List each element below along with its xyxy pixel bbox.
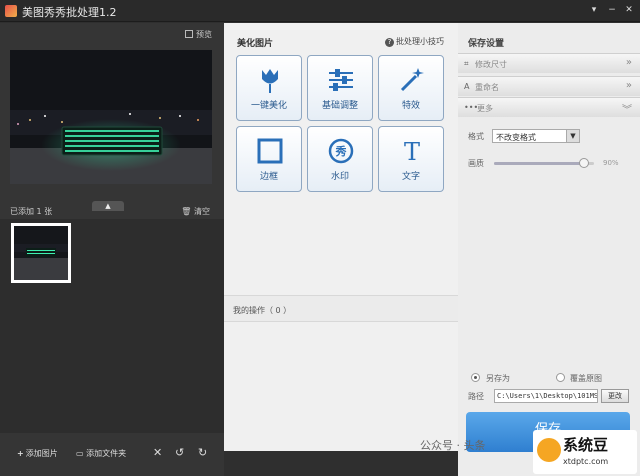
basic-adjust-button[interactable]: 基础调整 (307, 55, 373, 121)
added-count: 已添加 1 张 (10, 207, 53, 216)
rename-section[interactable]: A 重命名 » (458, 76, 640, 96)
resize-section[interactable]: ⌗ 修改尺寸 » (458, 53, 640, 73)
frame-button[interactable]: 边框 (236, 126, 302, 192)
expand-icon: » (625, 80, 632, 91)
effect-label: 特效 (401, 101, 420, 111)
format-label: 格式 (468, 132, 484, 141)
app-logo-icon (5, 5, 17, 17)
beautify-panel: 美化图片 ? 批处理小技巧 一键美化 基础调整 特效 边框 秀 水印 T 文字 … (224, 23, 458, 451)
more-section[interactable]: ••• 更多 ︾ (458, 97, 640, 117)
quality-value: 90% (603, 159, 619, 167)
image-list-panel: 预览 ▲ 已添加 1 张 🗑 清空 + 添加图片 ▭ 添加文件夹 ✕ ↺ ↻ (0, 23, 224, 476)
format-value: 不改变格式 (496, 133, 536, 142)
watermark-text: 公众号 · 头条 (420, 439, 486, 452)
rotate-left-icon[interactable]: ↺ (175, 446, 184, 459)
help-icon: ? (385, 38, 394, 47)
delete-icon[interactable]: ✕ (153, 446, 162, 459)
magic-wand-icon (400, 68, 424, 92)
minimize-icon[interactable]: − (606, 4, 618, 16)
preview-icon (185, 30, 193, 38)
path-label: 路径 (468, 392, 484, 401)
save-as-radio[interactable] (471, 373, 480, 382)
effect-label: 基础调整 (321, 101, 358, 111)
save-as-label: 另存为 (486, 374, 510, 383)
change-path-button[interactable]: 更改 (601, 389, 629, 403)
clear-button[interactable]: 🗑 清空 (181, 206, 210, 217)
more-label: 更多 (477, 104, 493, 113)
thumbnail-photo (14, 226, 68, 280)
tulip-icon (262, 69, 278, 93)
tips-label: 批处理小技巧 (396, 37, 444, 46)
collapse-preview-button[interactable]: ▲ (92, 201, 124, 211)
window-title: 美图秀秀批处理1.2 (22, 6, 117, 19)
rename-icon: A (464, 82, 470, 91)
add-image-label: 添加图片 (25, 449, 58, 458)
save-settings-panel: 保存设置 ⌗ 修改尺寸 » A 重命名 » ••• 更多 ︾ 格式 不改变格式 … (458, 23, 640, 476)
site-logo-icon (537, 438, 561, 462)
my-operations-label: 我的操作（ 0 ） (233, 306, 292, 315)
format-select[interactable]: 不改变格式 ▼ (492, 129, 580, 143)
collapse-icon: ︾ (622, 105, 632, 116)
effect-label: 边框 (259, 172, 278, 182)
preview-label: 预览 (196, 30, 212, 39)
effect-label: 水印 (330, 172, 349, 182)
thumbnail-list (0, 219, 224, 433)
quality-slider[interactable] (494, 158, 594, 168)
add-folder-button[interactable]: ▭ 添加文件夹 (76, 448, 126, 459)
add-folder-label: 添加文件夹 (86, 449, 127, 458)
svg-text:秀: 秀 (335, 144, 347, 158)
rotate-right-icon[interactable]: ↻ (198, 446, 207, 459)
watermark-icon: 秀 (328, 138, 354, 164)
folder-icon: ▭ (76, 449, 87, 458)
chevron-down-icon: ▼ (566, 130, 579, 142)
save-settings-title: 保存设置 (468, 39, 505, 49)
site-watermark-badge: 系统豆 xtdptc.com (533, 430, 637, 474)
title-bar: 美图秀秀批处理1.2 ▾ − ✕ (0, 0, 640, 22)
watermark-button[interactable]: 秀 水印 (307, 126, 373, 192)
site-url: xtdptc.com (563, 457, 609, 466)
crop-icon: ⌗ (464, 59, 469, 68)
effect-label: 一键美化 (250, 101, 287, 111)
quality-label: 画质 (468, 159, 484, 168)
effects-button[interactable]: 特效 (378, 55, 444, 121)
keyboard-photo (10, 50, 212, 184)
tips-link[interactable]: ? 批处理小技巧 (385, 36, 444, 47)
resize-label: 修改尺寸 (475, 60, 507, 69)
text-icon: T (404, 138, 420, 165)
rename-label: 重命名 (475, 83, 499, 92)
overwrite-label: 覆盖原图 (570, 374, 602, 383)
image-thumbnail[interactable] (11, 223, 71, 283)
plus-icon: + (17, 449, 24, 458)
overwrite-radio[interactable] (556, 373, 565, 382)
close-icon[interactable]: ✕ (623, 4, 635, 16)
menu-icon[interactable]: ▾ (588, 4, 600, 16)
sliders-icon (329, 69, 353, 91)
quality-slider-fill (494, 162, 584, 165)
preview-toggle[interactable]: 预览 (185, 29, 212, 40)
expand-icon: » (625, 57, 632, 68)
effect-label: 文字 (401, 172, 420, 182)
frame-icon (257, 138, 283, 164)
text-button[interactable]: T 文字 (378, 126, 444, 192)
clear-label: 清空 (194, 207, 210, 216)
quality-slider-knob[interactable] (579, 158, 589, 168)
image-preview (10, 50, 212, 184)
my-operations-bar: 我的操作（ 0 ） (224, 295, 458, 322)
trash-icon: 🗑 (181, 207, 192, 216)
site-name: 系统豆 (563, 436, 609, 454)
add-image-button[interactable]: + 添加图片 (17, 448, 58, 459)
svg-text:T: T (404, 138, 420, 165)
left-toolbar: + 添加图片 ▭ 添加文件夹 ✕ ↺ ↻ (0, 433, 224, 476)
path-input[interactable]: C:\Users\1\Desktop\101MSDC (494, 389, 598, 403)
beautify-title: 美化图片 (237, 39, 274, 49)
one-click-beautify-button[interactable]: 一键美化 (236, 55, 302, 121)
